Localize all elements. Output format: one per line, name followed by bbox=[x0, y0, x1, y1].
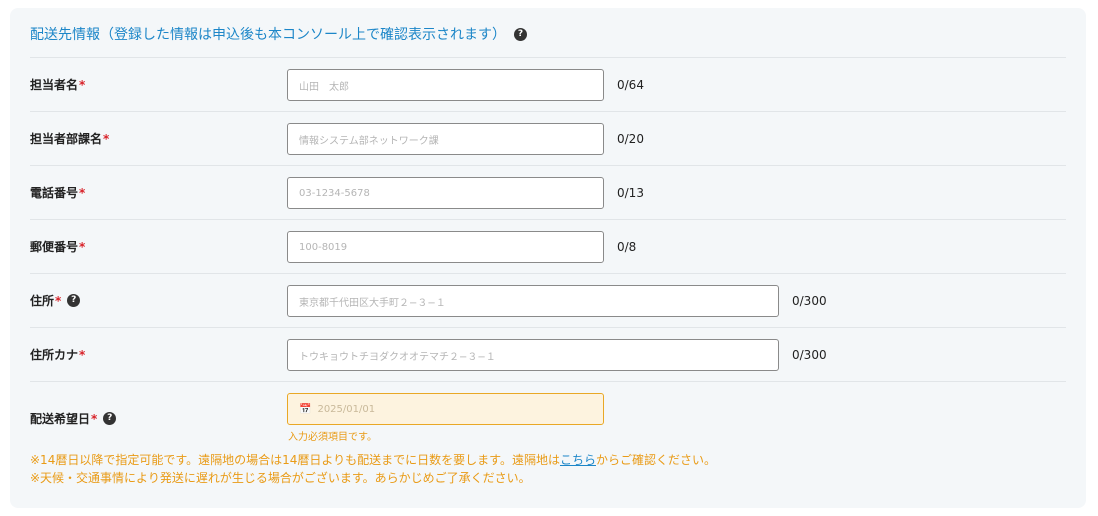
form-row-address-kana: 住所カナ * トウキョウトチヨダクオオテマチ２−３−１ 0/300 bbox=[30, 327, 1066, 381]
form-row-phone: 電話番号 * 03-1234-5678 0/13 bbox=[30, 165, 1066, 219]
section-title-text: 配送先情報（登録した情報は申込後も本コンソール上で確認表示されます） bbox=[30, 27, 506, 43]
required-mark: * bbox=[55, 293, 62, 308]
required-mark: * bbox=[79, 185, 86, 200]
char-counter: 0/13 bbox=[617, 185, 644, 200]
label-text: 担当者名 bbox=[30, 78, 79, 92]
label-text: 電話番号 bbox=[30, 186, 79, 200]
form-row-delivery-date: 配送希望日 * ? 📅 2025/01/01 bbox=[30, 381, 1066, 447]
label-text: 住所カナ bbox=[30, 348, 79, 362]
field-label: 住所 * ? bbox=[30, 292, 81, 309]
field-label: 配送希望日 * ? bbox=[30, 410, 117, 427]
remote-area-link[interactable]: こちら bbox=[560, 453, 596, 467]
calendar-icon: 📅 bbox=[299, 403, 312, 415]
char-counter: 0/300 bbox=[792, 293, 827, 308]
input-placeholder: 東京都千代田区大手町２−３−１ bbox=[299, 297, 446, 309]
label-text: 配送希望日 bbox=[30, 412, 91, 426]
input-placeholder: 100-8019 bbox=[299, 241, 348, 253]
field-label: 担当者部課名 * bbox=[30, 130, 109, 147]
form-row-contact-name: 担当者名 * 山田 太郎 0/64 bbox=[30, 57, 1066, 111]
note-line-1: ※14暦日以降で指定可能です。遠隔地の場合は14暦日よりも配送までに日数を要しま… bbox=[30, 451, 716, 469]
delivery-date-input[interactable]: 📅 2025/01/01 bbox=[287, 393, 604, 425]
phone-input[interactable]: 03-1234-5678 bbox=[287, 177, 604, 209]
required-mark: * bbox=[79, 77, 86, 92]
label-text: 住所 bbox=[30, 294, 55, 308]
form-row-postal-code: 郵便番号 * 100-8019 0/8 bbox=[30, 219, 1066, 273]
input-placeholder: 情報システム部ネットワーク課 bbox=[299, 135, 439, 147]
field-label: 住所カナ * bbox=[30, 346, 85, 363]
required-mark: * bbox=[103, 131, 110, 146]
field-label: 担当者名 * bbox=[30, 76, 85, 93]
label-text: 担当者部課名 bbox=[30, 132, 103, 146]
question-circle-icon[interactable]: ? bbox=[514, 27, 527, 41]
input-placeholder: 2025/01/01 bbox=[317, 403, 376, 415]
postal-code-input[interactable]: 100-8019 bbox=[287, 231, 604, 263]
delivery-notes: ※14暦日以降で指定可能です。遠隔地の場合は14暦日よりも配送までに日数を要しま… bbox=[30, 451, 716, 487]
note-text: ※14暦日以降で指定可能です。遠隔地の場合は14暦日よりも配送までに日数を要しま… bbox=[30, 453, 560, 467]
input-placeholder: トウキョウトチヨダクオオテマチ２−３−１ bbox=[299, 351, 496, 363]
contact-name-input[interactable]: 山田 太郎 bbox=[287, 69, 604, 101]
input-placeholder: 山田 太郎 bbox=[299, 81, 349, 93]
validation-error: 入力必須項目です。 bbox=[288, 432, 377, 443]
char-counter: 0/300 bbox=[792, 347, 827, 362]
char-counter: 0/64 bbox=[617, 77, 644, 92]
address-input[interactable]: 東京都千代田区大手町２−３−１ bbox=[287, 285, 779, 317]
required-mark: * bbox=[79, 347, 86, 362]
section-title: 配送先情報（登録した情報は申込後も本コンソール上で確認表示されます） ? bbox=[30, 24, 527, 44]
field-label: 電話番号 * bbox=[30, 184, 85, 201]
form-row-department: 担当者部課名 * 情報システム部ネットワーク課 0/20 bbox=[30, 111, 1066, 165]
note-text: からご確認ください。 bbox=[595, 453, 716, 467]
question-circle-icon[interactable]: ? bbox=[67, 294, 81, 307]
required-mark: * bbox=[91, 411, 98, 426]
field-label: 郵便番号 * bbox=[30, 238, 85, 255]
address-kana-input[interactable]: トウキョウトチヨダクオオテマチ２−３−１ bbox=[287, 339, 779, 371]
required-mark: * bbox=[79, 239, 86, 254]
note-line-2: ※天候・交通事情により発送に遅れが生じる場合がございます。あらかじめご了承くださ… bbox=[30, 471, 531, 485]
input-placeholder: 03-1234-5678 bbox=[299, 187, 370, 199]
char-counter: 0/8 bbox=[617, 239, 637, 254]
department-input[interactable]: 情報システム部ネットワーク課 bbox=[287, 123, 604, 155]
char-counter: 0/20 bbox=[617, 131, 644, 146]
form-row-address: 住所 * ? 東京都千代田区大手町２−３−１ 0/300 bbox=[30, 273, 1066, 327]
question-circle-icon[interactable]: ? bbox=[103, 412, 117, 425]
label-text: 郵便番号 bbox=[30, 240, 79, 254]
